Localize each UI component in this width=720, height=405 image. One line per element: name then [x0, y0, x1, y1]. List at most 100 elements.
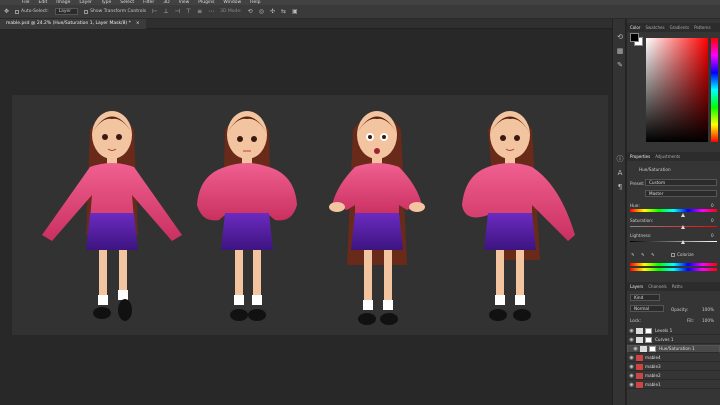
layer-name: Hue/Saturation 1	[659, 346, 695, 351]
layer-row-selected[interactable]: ◉ Hue/Saturation 1	[627, 345, 720, 353]
fill-value[interactable]: 100%	[702, 318, 714, 323]
lightness-slider-knob[interactable]	[681, 240, 685, 244]
character-3	[329, 111, 425, 325]
adjustment-thumbnail	[640, 346, 647, 352]
visibility-eye-icon[interactable]: ◉	[627, 364, 636, 370]
character-1	[42, 111, 182, 321]
channel-dropdown[interactable]: Master	[645, 190, 717, 197]
swatches-icon[interactable]: ▦	[616, 47, 624, 55]
3d-mode-label: 3D Mode:	[220, 9, 242, 14]
saturation-label: Saturation:	[630, 218, 654, 223]
move-tool-icon[interactable]: ✥	[4, 8, 9, 15]
tab-gradients[interactable]: Gradients	[670, 23, 690, 32]
align-center-icon[interactable]: ⊥	[163, 8, 168, 15]
hue-label: Hue:	[630, 203, 640, 208]
3d-roll-icon[interactable]: ◎	[259, 8, 264, 15]
document-tab-title: mable.psd @ 24.2% (Hue/Saturation 1, Lay…	[6, 21, 131, 26]
auto-select-option[interactable]: Auto-Select:	[15, 9, 49, 14]
more-options-icon[interactable]: ⋯	[208, 8, 214, 15]
eyedropper-icon[interactable]: ✎	[631, 252, 635, 257]
eyedropper-add-icon[interactable]: ✎	[641, 252, 645, 257]
info-icon[interactable]: ⓘ	[616, 155, 624, 163]
history-icon[interactable]: ⟲	[616, 33, 624, 41]
hue-slider[interactable]	[711, 38, 718, 142]
layer-name: mable4	[645, 355, 661, 360]
layer-mask-thumbnail[interactable]	[645, 336, 652, 343]
close-tab-icon[interactable]: ×	[136, 19, 140, 29]
layer-name: mable1	[645, 382, 661, 387]
lightness-track	[630, 241, 717, 242]
layer-row[interactable]: ◉ mable4	[627, 354, 720, 362]
layers-panel-tabs: Layers Channels Paths	[627, 282, 720, 291]
saturation-value[interactable]: 0	[711, 218, 714, 223]
lightness-label: Lightness:	[630, 233, 652, 238]
layer-thumbnail	[636, 381, 643, 388]
hue-spectrum	[630, 209, 717, 212]
color-picker-field[interactable]	[646, 38, 708, 142]
properties-title: Hue/Saturation	[639, 167, 671, 172]
layer-mask-thumbnail[interactable]	[645, 327, 652, 334]
tab-paths[interactable]: Paths	[672, 282, 683, 291]
visibility-eye-icon[interactable]: ◉	[631, 346, 640, 352]
3d-scale-icon[interactable]: ▣	[292, 8, 298, 15]
auto-select-label: Auto-Select:	[21, 9, 49, 14]
character-icon[interactable]: A	[616, 169, 624, 177]
layer-row[interactable]: ◉ Levels 1	[627, 327, 720, 335]
tab-properties[interactable]: Properties	[630, 152, 650, 161]
right-panels: Color Swatches Gradients Patterns Proper…	[627, 19, 720, 405]
layer-name: Curves 1	[655, 337, 674, 342]
adjustment-thumbnail	[636, 336, 643, 343]
layer-name: Levels 1	[655, 328, 673, 333]
tab-adjustments[interactable]: Adjustments	[655, 152, 680, 161]
transform-option[interactable]: Show Transform Controls	[84, 9, 146, 14]
layer-mask-thumbnail[interactable]	[649, 346, 656, 352]
paragraph-icon[interactable]: ¶	[616, 183, 624, 191]
3d-slide-icon[interactable]: ⇆	[281, 8, 286, 15]
visibility-eye-icon[interactable]: ◉	[627, 337, 636, 343]
align-left-icon[interactable]: ⊢	[152, 8, 157, 15]
opacity-value[interactable]: 100%	[702, 307, 714, 312]
visibility-eye-icon[interactable]: ◉	[627, 382, 636, 388]
tab-patterns[interactable]: Patterns	[694, 23, 710, 32]
layer-row[interactable]: ◉ mable3	[627, 363, 720, 371]
characters-artwork	[42, 111, 575, 325]
align-top-icon[interactable]: ⊤	[186, 8, 191, 15]
brush-settings-icon[interactable]: ✎	[616, 61, 624, 69]
layer-filter-kind[interactable]: Kind	[630, 294, 660, 301]
lightness-value[interactable]: 0	[711, 233, 714, 238]
saturation-slider-knob[interactable]	[681, 225, 685, 229]
3d-pan-icon[interactable]: ✣	[270, 8, 275, 15]
color-panel-tabs: Color Swatches Gradients Patterns	[627, 23, 720, 32]
document-tab[interactable]: mable.psd @ 24.2% (Hue/Saturation 1, Lay…	[0, 19, 146, 29]
colorize-checkbox[interactable]	[671, 253, 675, 257]
document-canvas[interactable]	[12, 95, 608, 335]
auto-select-checkbox[interactable]	[15, 9, 20, 14]
character-4	[462, 111, 575, 321]
tab-swatches[interactable]: Swatches	[645, 23, 664, 32]
layer-thumbnail	[636, 363, 643, 370]
distribute-icon[interactable]: ≡	[197, 8, 202, 15]
tab-color[interactable]: Color	[630, 23, 640, 32]
eyedropper-subtract-icon[interactable]: ✎	[651, 252, 655, 257]
preset-dropdown[interactable]: Custom	[645, 179, 717, 186]
blend-mode-dropdown[interactable]: Normal	[630, 305, 664, 312]
align-right-icon[interactable]: ⊣	[175, 8, 180, 15]
3d-rotate-icon[interactable]: ⟲	[248, 8, 253, 15]
tab-layers[interactable]: Layers	[630, 282, 643, 291]
tab-channels[interactable]: Channels	[648, 282, 667, 291]
visibility-eye-icon[interactable]: ◉	[627, 328, 636, 334]
hue-slider-knob[interactable]	[681, 213, 685, 217]
visibility-eye-icon[interactable]: ◉	[627, 373, 636, 379]
foreground-color-swatch[interactable]	[630, 33, 639, 42]
layer-select-dropdown[interactable]: Layer	[54, 8, 79, 15]
transform-label: Show Transform Controls	[90, 9, 147, 14]
layer-row[interactable]: ◉ mable1	[627, 381, 720, 389]
layer-name: mable3	[645, 364, 661, 369]
layer-thumbnail	[636, 372, 643, 379]
layer-row[interactable]: ◉ Curves 1	[627, 336, 720, 344]
opacity-label: Opacity:	[671, 307, 689, 312]
visibility-eye-icon[interactable]: ◉	[627, 355, 636, 361]
layer-row[interactable]: ◉ mable2	[627, 372, 720, 380]
transform-checkbox[interactable]	[84, 9, 89, 14]
hue-value[interactable]: 0	[711, 203, 714, 208]
